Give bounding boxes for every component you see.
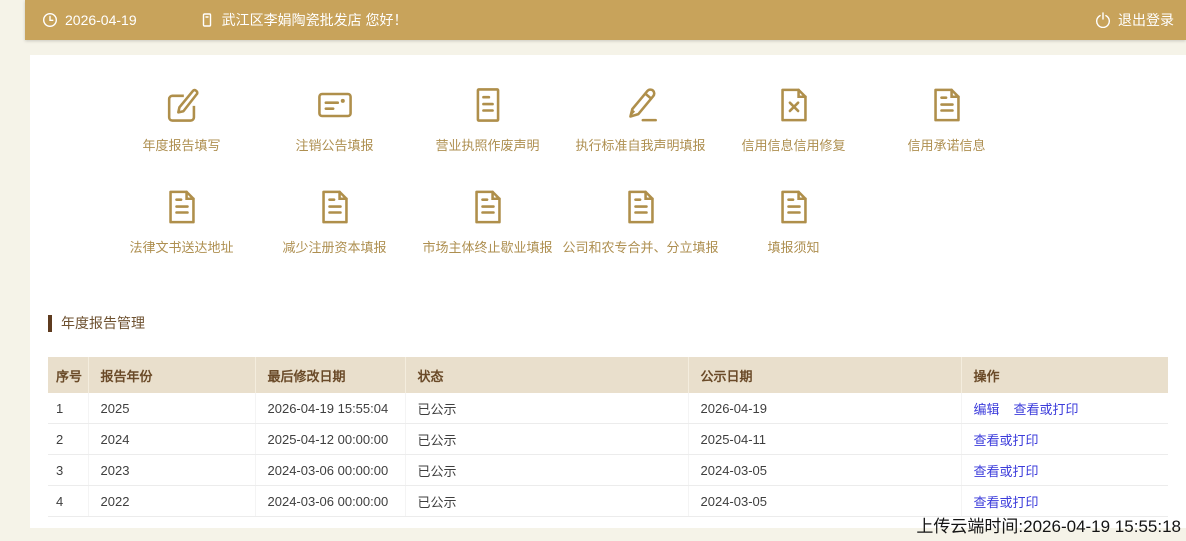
shortcut-label: 填报须知 bbox=[767, 239, 819, 257]
shortcut-label: 公司和农专合并、分立填报 bbox=[563, 239, 719, 257]
shortcut-filing-instructions[interactable]: 填报须知 bbox=[717, 185, 870, 257]
logout-button[interactable]: 退出登录 bbox=[1095, 10, 1174, 30]
cell-index: 4 bbox=[48, 486, 88, 517]
document-dogear-icon bbox=[313, 185, 357, 229]
shortcut-label: 年度报告填写 bbox=[142, 137, 220, 155]
shortcut-row-2: 法律文书送达地址 减少注册资本填报 市场主体终止歇业填报 公司和农专合并、分立填… bbox=[105, 185, 1023, 257]
building-icon bbox=[199, 12, 215, 28]
top-bar: 2026-04-19 武江区李娟陶瓷批发店 您好！ 退出登录 bbox=[25, 0, 1186, 40]
document-dogear-icon bbox=[160, 185, 204, 229]
cell-index: 1 bbox=[48, 393, 88, 424]
cell-status: 已公示 bbox=[405, 486, 688, 517]
document-dogear-icon bbox=[772, 185, 816, 229]
shortcut-row-1: 年度报告填写 注销公告填报 营业执照作废声明 执行标准自我声明填报 信用信息信用… bbox=[105, 83, 1023, 155]
shortcut-legal-document-address[interactable]: 法律文书送达地址 bbox=[105, 185, 258, 257]
header-last-modified: 最后修改日期 bbox=[255, 357, 405, 393]
view-print-link[interactable]: 查看或打印 bbox=[1014, 402, 1079, 417]
cell-index: 3 bbox=[48, 455, 88, 486]
cell-publish-date: 2026-04-19 bbox=[688, 393, 961, 424]
section-title: 年度报告管理 bbox=[48, 313, 145, 333]
view-print-link[interactable]: 查看或打印 bbox=[974, 464, 1039, 479]
table-row: 1 2025 2026-04-19 15:55:04 已公示 2026-04-1… bbox=[48, 393, 1168, 424]
cell-index: 2 bbox=[48, 424, 88, 455]
clock-icon bbox=[42, 12, 58, 28]
table-row: 2 2024 2025-04-12 00:00:00 已公示 2025-04-1… bbox=[48, 424, 1168, 455]
date-text: 2026-04-19 bbox=[65, 12, 137, 28]
power-icon bbox=[1095, 12, 1111, 28]
document-dogear-icon bbox=[925, 83, 969, 127]
view-print-link[interactable]: 查看或打印 bbox=[974, 433, 1039, 448]
upload-cloud-time: 上传云端时间:2026-04-19 15:55:18 bbox=[916, 512, 1181, 537]
document-dogear-icon bbox=[466, 185, 510, 229]
annual-report-table: 序号 报告年份 最后修改日期 状态 公示日期 操作 1 2025 2026-04… bbox=[48, 357, 1168, 517]
current-date: 2026-04-19 bbox=[42, 12, 137, 28]
header-status: 状态 bbox=[405, 357, 688, 393]
shortcut-label: 市场主体终止歇业填报 bbox=[422, 239, 552, 257]
cell-modified: 2024-03-06 00:00:00 bbox=[255, 455, 405, 486]
header-report-year: 报告年份 bbox=[88, 357, 255, 393]
shortcut-label: 营业执照作废声明 bbox=[435, 137, 539, 155]
table-header-row: 序号 报告年份 最后修改日期 状态 公示日期 操作 bbox=[48, 357, 1168, 393]
logout-label: 退出登录 bbox=[1118, 10, 1174, 30]
document-lines-icon bbox=[466, 83, 510, 127]
shortcut-credit-repair[interactable]: 信用信息信用修复 bbox=[717, 83, 870, 155]
shortcut-merger-division[interactable]: 公司和农专合并、分立填报 bbox=[564, 185, 717, 257]
shortcut-label: 减少注册资本填报 bbox=[282, 239, 386, 257]
cell-modified: 2024-03-06 00:00:00 bbox=[255, 486, 405, 517]
cell-status: 已公示 bbox=[405, 393, 688, 424]
cell-actions: 编辑查看或打印 bbox=[961, 393, 1168, 424]
header-actions: 操作 bbox=[961, 357, 1168, 393]
announcement-card-icon bbox=[313, 83, 357, 127]
cell-publish-date: 2025-04-11 bbox=[688, 424, 961, 455]
shortcut-label: 信用承诺信息 bbox=[907, 137, 985, 155]
shortcut-label: 注销公告填报 bbox=[295, 137, 373, 155]
cell-modified: 2026-04-19 15:55:04 bbox=[255, 393, 405, 424]
shortcut-label: 法律文书送达地址 bbox=[129, 239, 233, 257]
cell-year: 2025 bbox=[88, 393, 255, 424]
user-greeting: 武江区李娟陶瓷批发店 您好！ bbox=[199, 10, 408, 30]
cell-year: 2023 bbox=[88, 455, 255, 486]
cell-status: 已公示 bbox=[405, 455, 688, 486]
cell-year: 2024 bbox=[88, 424, 255, 455]
cell-actions: 查看或打印 bbox=[961, 455, 1168, 486]
shortcut-label: 信用信息信用修复 bbox=[741, 137, 845, 155]
shortcut-credit-commitment[interactable]: 信用承诺信息 bbox=[870, 83, 1023, 155]
cell-actions: 查看或打印 bbox=[961, 424, 1168, 455]
header-publish-date: 公示日期 bbox=[688, 357, 961, 393]
title-accent-bar bbox=[48, 315, 52, 332]
shortcut-license-void-declaration[interactable]: 营业执照作废声明 bbox=[411, 83, 564, 155]
main-panel: 年度报告填写 注销公告填报 营业执照作废声明 执行标准自我声明填报 信用信息信用… bbox=[30, 55, 1186, 528]
document-x-icon bbox=[772, 83, 816, 127]
cell-year: 2022 bbox=[88, 486, 255, 517]
shortcut-business-closure[interactable]: 市场主体终止歇业填报 bbox=[411, 185, 564, 257]
document-dogear-icon bbox=[619, 185, 663, 229]
cell-publish-date: 2024-03-05 bbox=[688, 455, 961, 486]
header-index: 序号 bbox=[48, 357, 88, 393]
shortcut-annual-report-fill[interactable]: 年度报告填写 bbox=[105, 83, 258, 155]
edit-square-icon bbox=[160, 83, 204, 127]
edit-link[interactable]: 编辑 bbox=[974, 402, 1000, 417]
view-print-link[interactable]: 查看或打印 bbox=[974, 495, 1039, 510]
table-row: 3 2023 2024-03-06 00:00:00 已公示 2024-03-0… bbox=[48, 455, 1168, 486]
section-title-text: 年度报告管理 bbox=[61, 313, 145, 333]
cell-status: 已公示 bbox=[405, 424, 688, 455]
pencil-underline-icon bbox=[619, 83, 663, 127]
cell-modified: 2025-04-12 00:00:00 bbox=[255, 424, 405, 455]
shortcut-capital-reduction[interactable]: 减少注册资本填报 bbox=[258, 185, 411, 257]
shortcut-cancellation-notice[interactable]: 注销公告填报 bbox=[258, 83, 411, 155]
shortcut-standard-self-declaration[interactable]: 执行标准自我声明填报 bbox=[564, 83, 717, 155]
greeting-text: 武江区李娟陶瓷批发店 您好！ bbox=[222, 10, 408, 30]
shortcut-label: 执行标准自我声明填报 bbox=[575, 137, 705, 155]
shortcut-grid: 年度报告填写 注销公告填报 营业执照作废声明 执行标准自我声明填报 信用信息信用… bbox=[105, 83, 1023, 257]
